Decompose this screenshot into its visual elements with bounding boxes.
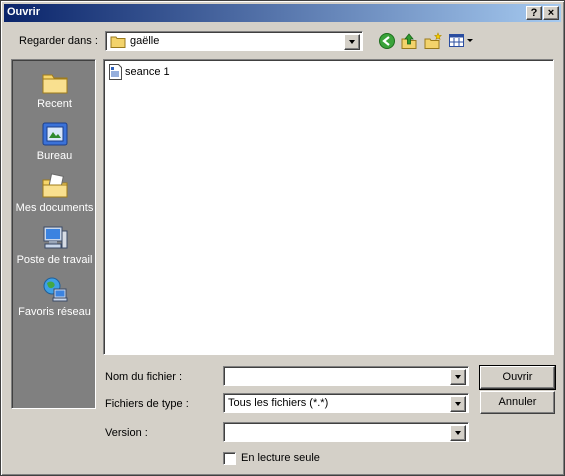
filetype-value: Tous les fichiers (*.*) — [228, 397, 329, 409]
document-icon — [109, 64, 122, 80]
close-button[interactable]: × — [543, 6, 559, 20]
place-label: Poste de travail — [16, 254, 93, 266]
new-folder-icon[interactable] — [424, 32, 442, 50]
help-button[interactable]: ? — [526, 6, 542, 20]
readonly-label[interactable]: En lecture seule — [241, 452, 320, 464]
filename-field[interactable] — [223, 366, 469, 386]
filename-label: Nom du fichier : — [105, 371, 183, 383]
desktop-icon — [42, 122, 67, 146]
view-menu-icon[interactable] — [448, 32, 474, 50]
open-dialog: Ouvrir ? × Regarder dans : gaëlle Recent… — [0, 0, 565, 476]
chevron-down-icon[interactable] — [450, 425, 466, 441]
chevron-down-icon[interactable] — [450, 369, 466, 385]
place-network[interactable]: Favoris réseau — [12, 272, 97, 324]
window-title: Ouvrir — [7, 6, 41, 18]
chevron-down-icon[interactable] — [344, 34, 360, 50]
my-documents-icon — [42, 173, 67, 198]
place-my-documents[interactable]: Mes documents — [12, 168, 97, 220]
open-button[interactable]: Ouvrir — [479, 365, 556, 390]
filetype-label: Fichiers de type : — [105, 398, 189, 410]
my-computer-icon — [43, 226, 67, 249]
filetype-dropdown[interactable]: Tous les fichiers (*.*) — [223, 393, 469, 413]
up-folder-icon[interactable] — [400, 32, 418, 50]
place-desktop[interactable]: Bureau — [12, 116, 97, 168]
place-recent[interactable]: Recent — [12, 64, 97, 116]
title-bar[interactable]: Ouvrir ? × — [4, 4, 561, 22]
file-list[interactable]: seance 1 — [103, 59, 554, 355]
open-button-label: Ouvrir — [502, 371, 533, 383]
look-in-value: gaëlle — [130, 35, 160, 47]
cancel-button[interactable]: Annuler — [480, 391, 555, 414]
cancel-button-label: Annuler — [498, 396, 537, 408]
back-icon[interactable] — [378, 32, 396, 50]
folder-icon — [110, 36, 126, 48]
help-icon: ? — [530, 7, 538, 19]
readonly-checkbox[interactable] — [223, 452, 236, 465]
place-my-computer[interactable]: Poste de travail — [12, 220, 97, 272]
version-dropdown[interactable] — [223, 422, 469, 442]
places-bar: Recent Bureau Mes documents Poste de tra… — [11, 59, 96, 409]
place-label: Favoris réseau — [18, 306, 91, 318]
version-label: Version : — [105, 427, 148, 439]
place-label: Bureau — [36, 150, 73, 162]
file-name: seance 1 — [125, 66, 170, 78]
recent-folder-icon — [42, 74, 67, 94]
close-icon: × — [547, 7, 555, 19]
look-in-label: Regarder dans : — [19, 35, 98, 47]
place-label: Mes documents — [15, 202, 94, 214]
place-label: Recent — [37, 98, 72, 110]
look-in-dropdown[interactable]: gaëlle — [105, 31, 363, 51]
chevron-down-icon[interactable] — [450, 396, 466, 412]
network-places-icon — [43, 277, 67, 302]
